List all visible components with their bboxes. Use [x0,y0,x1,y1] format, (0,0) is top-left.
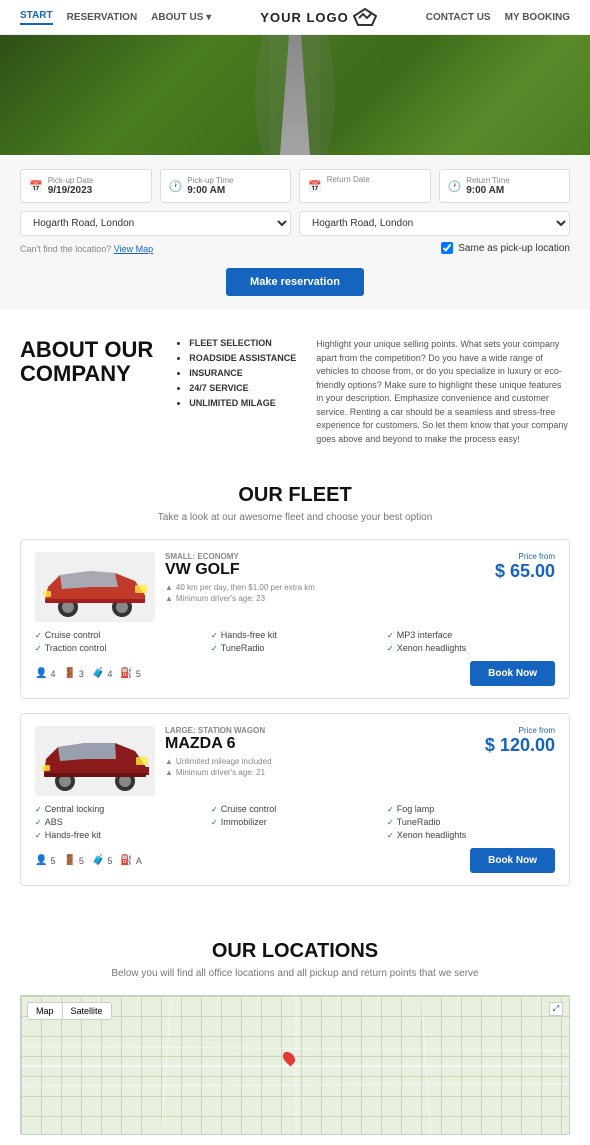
same-location-row: Same as pick-up location [441,242,570,254]
pickup-time-label: Pick-up Time [187,176,282,185]
locations-section: OUR LOCATIONS Below you will find all of… [0,920,590,1145]
nav-reservation[interactable]: RESERVATION [67,12,138,23]
return-time-label: Return Time [466,176,561,185]
logo-icon [353,8,377,26]
fuel-icon: ⛽ [120,668,132,679]
calendar-return-icon: 📅 [308,180,322,193]
nav-mybooking[interactable]: MY BOOKING [505,12,570,23]
logo: YOUR LOGO [260,8,376,26]
pickup-date-label: Pick-up Date [48,176,143,185]
nav-about[interactable]: ABOUT US ▾ [151,12,211,23]
bag-icon-m: 🧳 [92,855,104,866]
return-date-label: Return Date [327,175,422,184]
car-card-mazda6: LARGE: STATION WAGON MAZDA 6 ▲Unlimited … [20,713,570,886]
calendar-icon: 📅 [29,180,43,193]
door-icon-m: 🚪 [63,855,75,866]
locations-title: OUR LOCATIONS [20,940,570,963]
return-date-field[interactable]: 📅 Return Date [299,169,431,203]
fleet-section: OUR FLEET Take a look at our awesome fle… [0,474,590,920]
pickup-time-field[interactable]: 🕐 Pick-up Time 9:00 AM [160,169,292,203]
car-features-mazda: ✓Central locking ✓Cruise control ✓Fog la… [35,804,555,840]
car-image-vw-golf [35,552,155,622]
car-image-mazda6 [35,726,155,796]
reserve-button[interactable]: Make reservation [226,268,364,296]
car-svg-vw-golf [40,557,150,617]
date-time-row: 📅 Pick-up Date 9/19/2023 🕐 Pick-up Time … [20,169,570,203]
nav-links-right: CONTACT US MY BOOKING [426,12,570,23]
person-icon: 👤 [35,668,47,679]
locations-subtitle: Below you will find all office locations… [20,968,570,979]
car-stats-mazda: 👤 5 🚪 5 🧳 5 ⛽ A [35,855,142,866]
feature-mileage: UNLIMITED MILAGE [189,398,296,408]
about-description: Highlight your unique selling points. Wh… [316,338,570,446]
car-name-vw: VW GOLF [165,561,485,579]
car-stats-vw: 👤 4 🚪 3 🧳 4 ⛽ 5 [35,668,141,679]
clock-icon: 🕐 [169,180,183,193]
nav-contact[interactable]: CONTACT US [426,12,491,23]
pickup-location-select[interactable]: Hogarth Road, London [20,211,291,236]
car-price-mazda: Price from $ 120.00 [485,726,555,756]
map-buttons: Map Satellite [27,1002,112,1020]
person-icon-m: 👤 [35,855,47,866]
map-view-button[interactable]: Map [27,1002,63,1020]
booking-form: 📅 Pick-up Date 9/19/2023 🕐 Pick-up Time … [0,155,590,310]
car-features-vw: ✓Cruise control ✓Hands-free kit ✓MP3 int… [35,630,555,653]
car-category-mazda: LARGE: STATION WAGON [165,726,475,735]
return-time-field[interactable]: 🕐 Return Time 9:00 AM [439,169,571,203]
fuel-icon-m: ⛽ [120,855,132,866]
same-location-checkbox[interactable] [441,242,453,254]
nav-start[interactable]: START [20,10,53,25]
book-button-mazda[interactable]: Book Now [470,848,555,873]
car-notes-vw: ▲40 km per day, then $1.00 per extra km … [165,583,485,603]
car-card-vw-golf: SMALL: ECONOMY VW GOLF ▲40 km per day, t… [20,539,570,699]
view-map-link[interactable]: View Map [114,244,153,254]
fleet-subtitle: Take a look at our awesome fleet and cho… [20,512,570,523]
about-features-list: FLEET SELECTION ROADSIDE ASSISTANCE INSU… [173,338,296,413]
clock-return-icon: 🕐 [448,180,462,193]
car-price-vw: Price from $ 65.00 [495,552,555,582]
pickup-date-value: 9/19/2023 [48,185,143,196]
hero-image [0,35,590,155]
map-expand-button[interactable]: ⤢ [549,1002,563,1016]
car-category-vw: SMALL: ECONOMY [165,552,485,561]
about-title: ABOUT OURCOMPANY [20,338,153,386]
car-svg-mazda6 [40,731,150,791]
feature-insurance: INSURANCE [189,368,296,378]
book-button-vw[interactable]: Book Now [470,661,555,686]
about-section: ABOUT OURCOMPANY FLEET SELECTION ROADSID… [0,310,590,474]
map-container: Map Satellite ⤢ [20,995,570,1135]
pickup-time-value: 9:00 AM [187,185,282,196]
location-row: Hogarth Road, London Hogarth Road, Londo… [20,211,570,236]
same-location-label: Same as pick-up location [458,243,570,254]
bag-icon: 🧳 [92,668,104,679]
car-name-mazda: MAZDA 6 [165,735,475,753]
feature-fleet: FLEET SELECTION [189,338,296,348]
pickup-date-field[interactable]: 📅 Pick-up Date 9/19/2023 [20,169,152,203]
feature-roadside: ROADSIDE ASSISTANCE [189,353,296,363]
satellite-view-button[interactable]: Satellite [63,1002,112,1020]
return-time-value: 9:00 AM [466,185,561,196]
logo-text: YOUR LOGO [260,10,348,25]
car-notes-mazda: ▲Unlimited mileage included ▲Minimum dri… [165,757,475,777]
fleet-title: OUR FLEET [20,484,570,507]
feature-service: 24/7 SERVICE [189,383,296,393]
hero-decoration [0,35,590,155]
return-date-value [327,184,422,197]
door-icon: 🚪 [63,668,75,679]
nav-links: START RESERVATION ABOUT US ▾ [20,10,211,25]
cant-find-text: Can't find the location? View Map [20,244,153,254]
navbar: START RESERVATION ABOUT US ▾ YOUR LOGO C… [0,0,590,35]
dropoff-location-select[interactable]: Hogarth Road, London [299,211,570,236]
